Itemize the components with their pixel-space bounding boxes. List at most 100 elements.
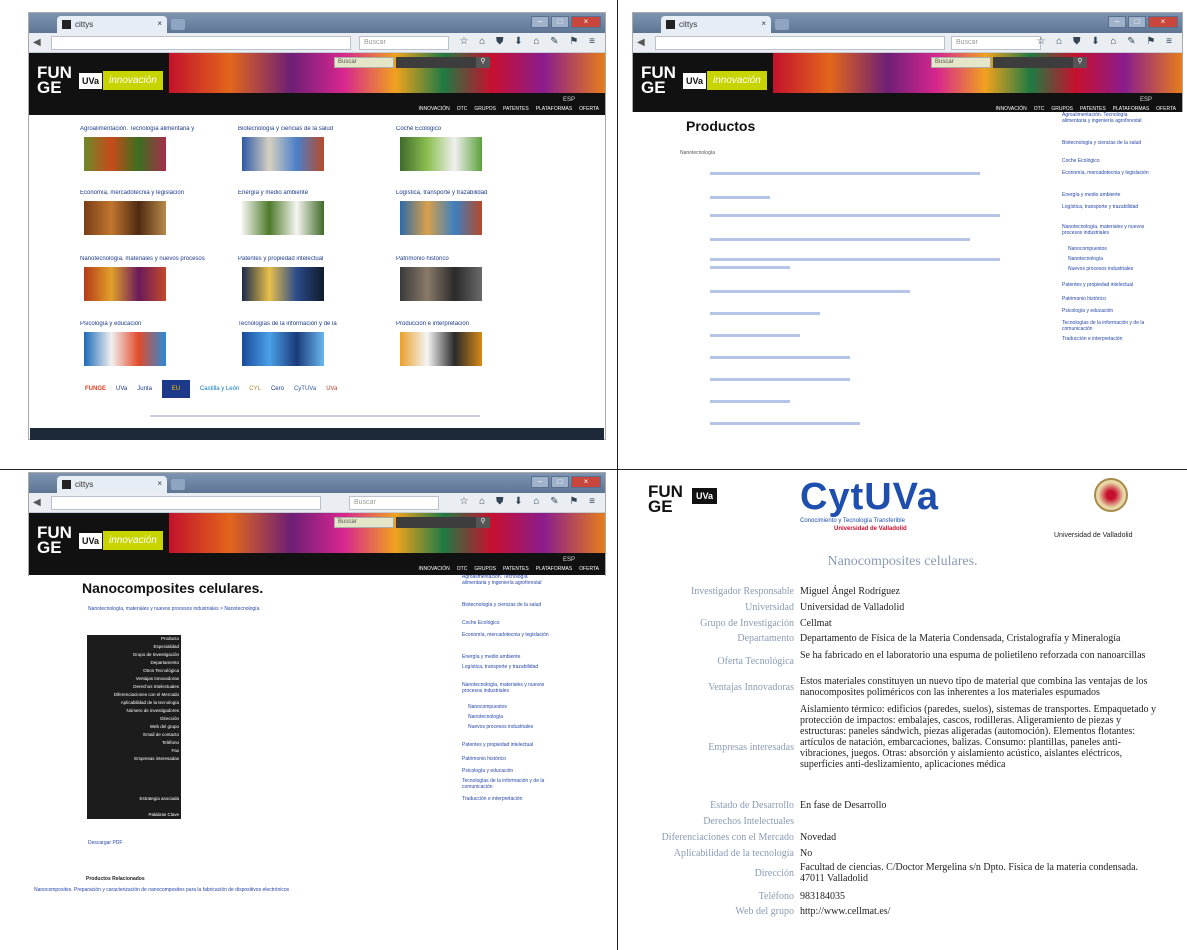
back-arrow-icon[interactable]: ◀ bbox=[637, 37, 649, 49]
funge-logo[interactable]: FUN GE bbox=[37, 64, 79, 96]
maximize-button[interactable]: □ bbox=[551, 476, 569, 488]
sidebar-item[interactable]: Patrimonio histórico bbox=[462, 756, 552, 762]
uva-logo[interactable]: UVa bbox=[79, 533, 103, 549]
product-link[interactable] bbox=[710, 172, 980, 175]
product-link[interactable] bbox=[710, 258, 1000, 261]
partner-logo[interactable]: FUNGE bbox=[85, 380, 106, 398]
minimize-button[interactable]: – bbox=[1108, 16, 1126, 28]
sidebar-item[interactable]: Agroalimentación. Tecnología alimentaria… bbox=[462, 574, 552, 586]
sidebar-item[interactable]: Biotecnología y ciencias de la salud bbox=[462, 602, 552, 608]
category-ict[interactable]: Tecnologías de la información y de la bbox=[238, 321, 388, 366]
category-psychology[interactable]: Psicología y educación bbox=[80, 321, 230, 366]
url-bar[interactable] bbox=[655, 36, 945, 50]
sidebar-item[interactable]: Psicología y educación bbox=[462, 768, 552, 774]
back-arrow-icon[interactable]: ◀ bbox=[33, 37, 45, 49]
product-link[interactable] bbox=[710, 334, 800, 337]
category-energy[interactable]: Energía y medio ambiente bbox=[238, 190, 388, 235]
breadcrumb[interactable]: Nanotecnología, materiales y nuevos proc… bbox=[88, 606, 259, 612]
partner-logo[interactable]: Cero bbox=[271, 380, 284, 398]
uva-logo[interactable]: UVa bbox=[79, 73, 103, 89]
nav-item[interactable]: Patentes bbox=[503, 566, 529, 572]
category-thumbnail[interactable] bbox=[400, 267, 482, 301]
category-logistics[interactable]: Logística, transporte y trazabilidad bbox=[396, 190, 546, 235]
close-window-button[interactable]: × bbox=[571, 476, 601, 488]
toolbar-icons[interactable]: ☆ ⌂ ⛊ ⬇ ⌂ ✎ ⚑ ≡ bbox=[459, 36, 599, 47]
category-thumbnail[interactable] bbox=[242, 137, 324, 171]
new-tab-button[interactable] bbox=[775, 19, 789, 30]
maximize-button[interactable]: □ bbox=[1128, 16, 1146, 28]
product-link[interactable] bbox=[710, 378, 850, 381]
nav-item[interactable]: Grupos bbox=[474, 566, 496, 572]
partner-logo[interactable]: UVa bbox=[326, 380, 337, 398]
nav-item[interactable]: OTC bbox=[457, 566, 468, 572]
sidebar-item[interactable]: Tecnologías de la información y de la co… bbox=[1062, 320, 1152, 332]
nav-item[interactable]: Innovación bbox=[995, 106, 1026, 112]
close-tab-icon[interactable]: × bbox=[157, 479, 162, 488]
minimize-button[interactable]: – bbox=[531, 476, 549, 488]
language-selector[interactable]: ESP bbox=[563, 97, 575, 103]
sidebar-item[interactable]: Biotecnología y ciencias de la salud bbox=[1062, 140, 1152, 146]
sidebar-subitem[interactable]: Nanotecnología bbox=[1068, 256, 1158, 262]
sidebar-item[interactable]: Psicología y educación bbox=[1062, 308, 1152, 314]
banner-search-input[interactable]: Buscar bbox=[334, 517, 394, 528]
nav-item[interactable]: Oferta bbox=[579, 106, 599, 112]
category-thumbnail[interactable] bbox=[84, 332, 166, 366]
category-thumbnail[interactable] bbox=[242, 201, 324, 235]
banner-search-input[interactable]: Buscar bbox=[931, 57, 991, 68]
sidebar-item[interactable]: Coche Ecológico bbox=[462, 620, 552, 626]
search-bar[interactable]: Buscar bbox=[349, 496, 439, 510]
innovation-logo[interactable]: innovación bbox=[103, 71, 163, 90]
sidebar-item[interactable]: Economía, mercadotecnia y legislación bbox=[462, 632, 552, 638]
funge-logo[interactable]: FUN GE bbox=[641, 64, 683, 96]
sidebar-item[interactable]: Energía y medio ambiente bbox=[1062, 192, 1152, 198]
toolbar-icons[interactable]: ☆ ⌂ ⛊ ⬇ ⌂ ✎ ⚑ ≡ bbox=[459, 496, 599, 507]
url-bar[interactable] bbox=[51, 36, 351, 50]
close-window-button[interactable]: × bbox=[1148, 16, 1178, 28]
minimize-button[interactable]: – bbox=[531, 16, 549, 28]
category-nano[interactable]: Nanotecnología, materiales y nuevos proc… bbox=[80, 256, 230, 301]
category-thumbnail[interactable] bbox=[400, 137, 482, 171]
back-arrow-icon[interactable]: ◀ bbox=[33, 497, 45, 509]
search-icon[interactable]: ⚲ bbox=[1073, 57, 1087, 68]
download-pdf-link[interactable]: Descargar PDF bbox=[88, 840, 122, 846]
banner-search-field[interactable] bbox=[993, 57, 1073, 68]
sidebar-item[interactable]: Agroalimentación. Tecnología alimentaria… bbox=[1062, 112, 1152, 124]
new-tab-button[interactable] bbox=[171, 19, 185, 30]
category-eco-car[interactable]: Coche Ecológico bbox=[396, 126, 546, 171]
partner-logo[interactable]: Junta bbox=[137, 380, 152, 398]
sidebar-subitem[interactable]: Nuevos procesos industriales bbox=[468, 724, 558, 730]
product-link[interactable] bbox=[710, 312, 820, 315]
nav-item[interactable]: OTC bbox=[1034, 106, 1045, 112]
product-link[interactable] bbox=[710, 356, 850, 359]
category-thumbnail[interactable] bbox=[84, 267, 166, 301]
nav-item[interactable]: Innovación bbox=[418, 106, 449, 112]
browser-tab[interactable]: cittys × bbox=[661, 16, 771, 33]
sidebar-item[interactable]: Logística, transporte y trazabilidad bbox=[1062, 204, 1152, 210]
sidebar-item[interactable]: Traducción e interpretación bbox=[462, 796, 552, 802]
category-economy[interactable]: Economía, mercadotecnia y legislación bbox=[80, 190, 230, 235]
language-selector[interactable]: ESP bbox=[563, 557, 575, 563]
category-thumbnail[interactable] bbox=[242, 332, 324, 366]
browser-tab[interactable]: cittys × bbox=[57, 476, 167, 493]
product-link[interactable] bbox=[710, 266, 790, 269]
product-link[interactable] bbox=[710, 214, 1000, 217]
search-bar[interactable]: Buscar bbox=[359, 36, 449, 50]
toolbar-icons[interactable]: ☆ ⌂ ⛊ ⬇ ⌂ ✎ ⚑ ≡ bbox=[1036, 36, 1176, 47]
nav-item[interactable]: Patentes bbox=[503, 106, 529, 112]
sidebar-subitem[interactable]: Nanocompuestos bbox=[1068, 246, 1158, 252]
category-heritage[interactable]: Patrimonio histórico bbox=[396, 256, 546, 301]
sidebar-item[interactable]: Economía, mercadotecnia y legislación bbox=[1062, 170, 1152, 176]
innovation-logo[interactable]: innovación bbox=[103, 531, 163, 550]
partner-logo[interactable]: UVa bbox=[116, 380, 127, 398]
sidebar-item[interactable]: Patrimonio histórico bbox=[1062, 296, 1152, 302]
close-tab-icon[interactable]: × bbox=[157, 19, 162, 28]
category-translation[interactable]: Producción e interpretación bbox=[396, 321, 546, 366]
new-tab-button[interactable] bbox=[171, 479, 185, 490]
url-bar[interactable] bbox=[51, 496, 321, 510]
product-link[interactable] bbox=[710, 422, 860, 425]
language-selector[interactable]: ESP bbox=[1140, 97, 1152, 103]
sidebar-subitem[interactable]: Nuevos procesos industriales bbox=[1068, 266, 1158, 272]
browser-tab[interactable]: cittys × bbox=[57, 16, 167, 33]
search-icon[interactable]: ⚲ bbox=[476, 57, 490, 68]
category-agro[interactable]: Agroalimentación. Tecnología alimentaria… bbox=[80, 126, 230, 171]
